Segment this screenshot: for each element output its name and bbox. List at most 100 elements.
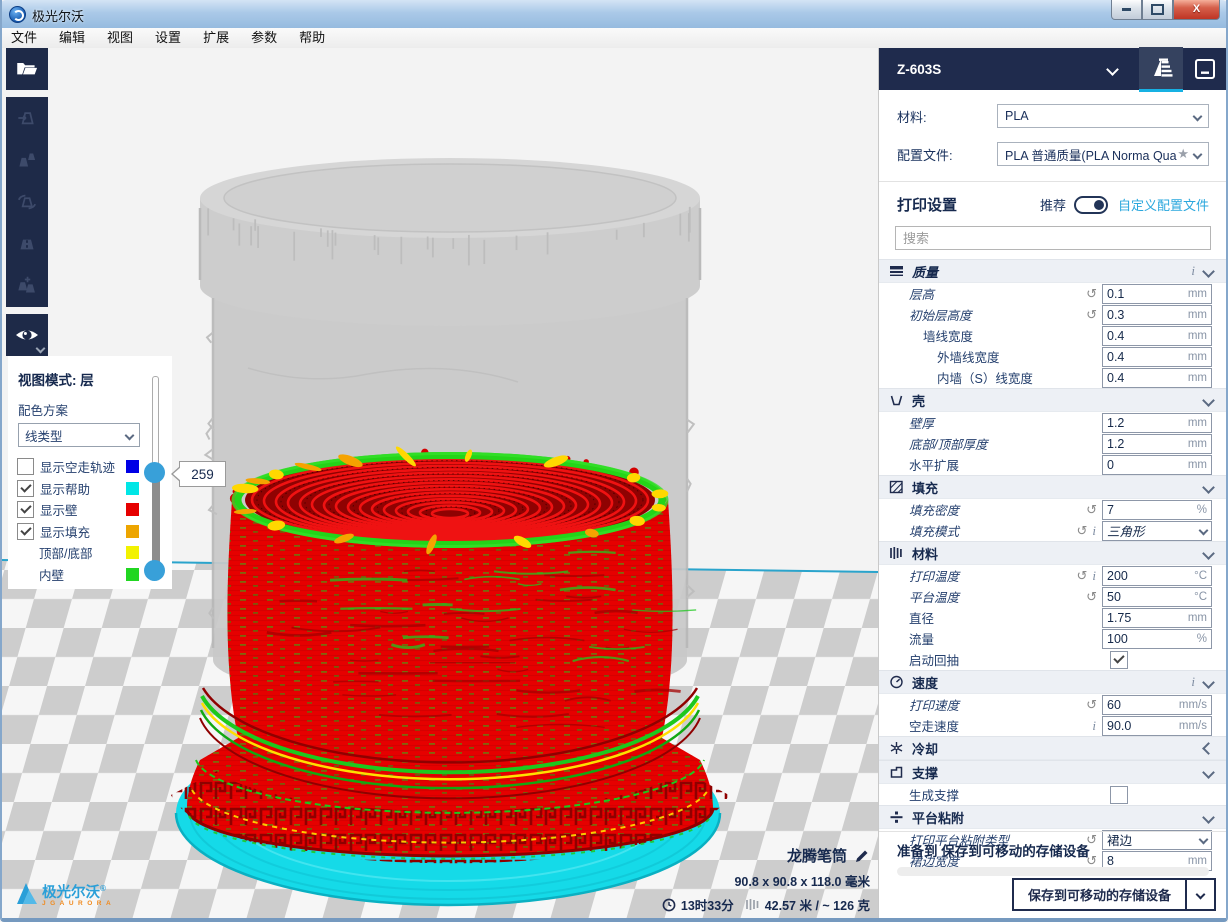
setting-input[interactable]: 50°C [1102,587,1212,607]
move-button[interactable] [6,97,48,139]
setting-input[interactable]: 200°C [1102,566,1212,586]
section-adhesion[interactable]: 平台粘附 [879,805,1227,829]
viewport-status: 龙腾笔筒 90.8 x 90.8 x 118.0 毫米 13时33分 42.57… [662,845,870,914]
mode-toggle[interactable] [1074,196,1108,214]
reset-icon[interactable]: ↺ [1086,589,1097,605]
setting-label: 底部/顶部厚度 [879,434,987,453]
search-input[interactable] [896,231,1210,246]
section-infill[interactable]: 填充 [879,475,1227,499]
setting-checkbox[interactable] [1110,651,1128,669]
setting-input[interactable]: 0.4mm [1102,326,1212,346]
setting-input[interactable]: 0mm [1102,455,1212,475]
setting-dropdown[interactable]: 三角形 [1102,521,1212,541]
support-icon [889,765,906,779]
legend-checkbox[interactable] [17,501,34,518]
menu-item-4[interactable]: 扩展 [192,28,240,48]
color-scheme-dropdown[interactable]: 线类型 [18,423,140,447]
setting-label: 墙线宽度 [879,326,973,345]
setting-label: 初始层高度 [879,305,972,324]
setting-input[interactable]: 0.3mm [1102,305,1212,325]
legend-checkbox[interactable] [17,458,34,475]
setting-row-quality: 墙线宽度 0.4mm [879,325,1227,346]
info-icon: i [1191,263,1195,279]
material-usage: 42.57 米 / ~ 126 克 [765,895,870,914]
tab-layer-view[interactable] [1139,47,1183,92]
slider-handle-top[interactable] [144,462,165,483]
ready-status: 准备到 保存到可移动的存储设备 [897,840,1209,860]
close-button[interactable]: X [1173,0,1220,20]
rename-pencil-icon[interactable] [854,848,870,864]
setting-input[interactable]: 0.1mm [1102,284,1212,304]
reset-icon[interactable]: ↺ [1086,307,1097,323]
setting-input[interactable]: 100% [1102,629,1212,649]
maximize-button[interactable] [1142,0,1173,20]
minimize-button[interactable] [1111,0,1142,20]
setting-input[interactable]: 0.4mm [1102,347,1212,367]
reset-icon[interactable]: ↺ [1086,286,1097,302]
setting-label: 空走速度 [879,716,959,735]
section-quality[interactable]: 质量i [879,259,1227,283]
setting-input[interactable]: 0.4mm [1102,368,1212,388]
reset-icon[interactable]: ↺ [1086,502,1097,518]
setting-row-material: 启动回抽 [879,649,1227,670]
menu-item-2[interactable]: 视图 [96,28,144,48]
section-shell[interactable]: 壳 [879,388,1227,412]
menu-item-0[interactable]: 文件 [0,28,48,48]
legend-checkbox[interactable] [17,523,34,540]
profile-label: 配置文件: [897,145,997,164]
reset-icon[interactable]: ↺ [1076,523,1087,539]
slider-handle-bottom[interactable] [144,560,165,581]
menu-item-5[interactable]: 参数 [240,28,288,48]
section-support[interactable]: 支撑 [879,760,1227,784]
custom-profile-link[interactable]: 自定义配置文件 [1118,195,1209,214]
multiply-button[interactable] [6,265,48,307]
tab-prepare-view[interactable] [1183,48,1227,90]
reset-icon[interactable]: ↺ [1076,568,1087,584]
app-logo-icon [9,6,26,23]
mirror-icon [14,231,40,257]
multiply-icon [14,273,40,299]
section-material[interactable]: 材料 [879,541,1227,565]
open-file-button[interactable] [6,48,48,90]
setting-input[interactable]: 1.2mm [1102,413,1212,433]
setting-label: 外墙线宽度 [879,347,1000,366]
title-bar[interactable]: 极光尔沃 X [0,0,1228,29]
section-cooling[interactable]: 冷却 [879,736,1227,760]
setting-input[interactable]: 60mm/s [1102,695,1212,715]
slider-track-lower[interactable] [152,473,160,574]
mirror-button[interactable] [6,223,48,265]
material-dropdown[interactable]: PLA [997,104,1209,128]
section-title: 平台粘附 [912,808,1204,827]
setting-row-material: 打印温度↺i200°C [879,565,1227,586]
rotate-button[interactable] [6,181,48,223]
save-to-removable-button[interactable]: 保存到可移动的存储设备 [1012,878,1187,911]
setting-input[interactable]: 90.0mm/s [1102,716,1212,736]
setting-input[interactable]: 7% [1102,500,1212,520]
recommended-label: 推荐 [1040,195,1066,214]
setting-input[interactable]: 1.75mm [1102,608,1212,628]
setting-row-shell: 壁厚1.2mm [879,412,1227,433]
tool-column [6,48,48,356]
setting-input[interactable]: 1.2mm [1102,434,1212,454]
setting-checkbox[interactable] [1110,786,1128,804]
shell-icon [889,393,906,407]
menu-item-6[interactable]: 帮助 [288,28,336,48]
menu-item-1[interactable]: 编辑 [48,28,96,48]
setting-label: 填充模式 [879,521,959,540]
settings-list: 质量i层高↺0.1mm初始层高度↺0.3mm墙线宽度0.4mm外墙线宽度0.4m… [879,259,1227,871]
scale-button[interactable] [6,139,48,181]
legend-label: 显示填充 [40,522,126,541]
chevron-down-icon[interactable] [1106,63,1119,76]
view-mode-button[interactable] [6,314,48,356]
profile-dropdown[interactable]: PLA 普通质量(PLA Norma Qua ★ [997,142,1209,166]
window-title: 极光尔沃 [32,6,84,25]
section-speed[interactable]: 速度i [879,670,1227,694]
save-options-button[interactable] [1187,878,1216,911]
legend-checkbox[interactable] [17,480,34,497]
view-icon [13,322,41,348]
reset-icon[interactable]: ↺ [1086,697,1097,713]
machine-selector[interactable]: Z-603S [879,62,1108,77]
menu-item-3[interactable]: 设置 [144,28,192,48]
layer-slider[interactable] [144,374,166,586]
slider-track-upper[interactable] [152,376,159,476]
